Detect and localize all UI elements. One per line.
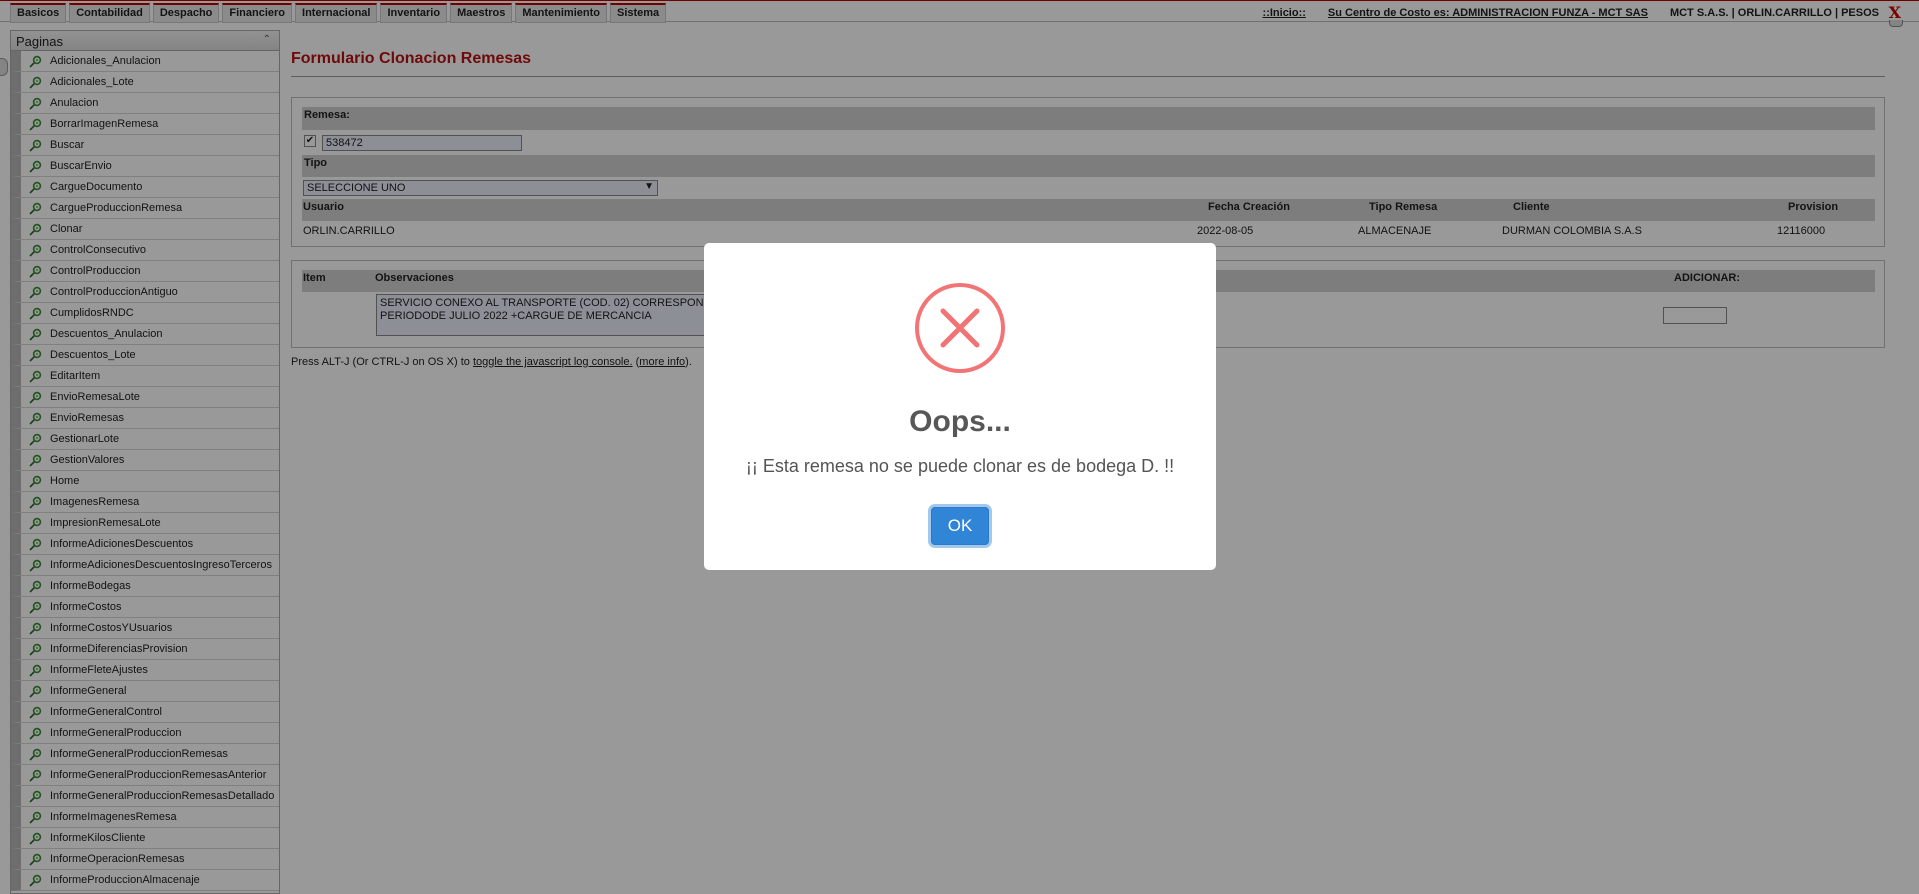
dialog-message: ¡¡ Esta remesa no se puede clonar es de … <box>745 456 1175 476</box>
dialog-title: Oops... <box>909 405 1011 438</box>
ok-button[interactable]: OK <box>931 507 989 545</box>
error-x-icon <box>915 283 1005 373</box>
error-dialog: Oops... ¡¡ Esta remesa no se puede clona… <box>704 243 1216 570</box>
